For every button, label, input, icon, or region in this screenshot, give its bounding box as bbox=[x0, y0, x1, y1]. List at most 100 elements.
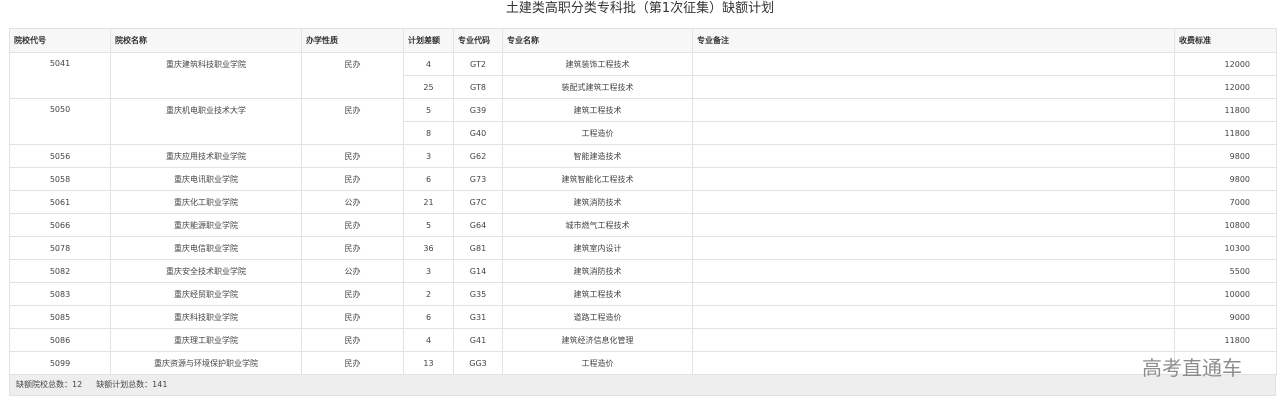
school-name-cell: 重庆科技职业学院 bbox=[110, 305, 302, 329]
major-code-cell: GT8 bbox=[453, 75, 503, 99]
page-title: 土建类高职分类专科批（第1次征集）缺额计划 bbox=[505, 1, 775, 16]
major-code-cell: G81 bbox=[453, 236, 503, 260]
major-code-cell: G39 bbox=[453, 98, 503, 122]
fee-cell: 12000 bbox=[1174, 75, 1277, 99]
school-code-cell: 5086 bbox=[9, 328, 111, 352]
remark-cell bbox=[692, 52, 1175, 76]
gap-cell: 8 bbox=[403, 121, 454, 145]
nature-cell: 民办 bbox=[301, 98, 404, 145]
table-row: 5086 重庆理工职业学院 民办 4 G41 建筑经济信息化管理 11800 bbox=[9, 328, 1277, 352]
school-code-cell: 5066 bbox=[9, 213, 111, 237]
school-name-cell: 重庆资源与环境保护职业学院 bbox=[110, 351, 302, 375]
table-row: 5041 重庆建筑科技职业学院 民办 4 GT2 建筑装饰工程技术 12000 bbox=[9, 52, 1277, 99]
major-code-cell: G73 bbox=[453, 167, 503, 191]
remark-cell bbox=[692, 282, 1175, 306]
major-name-cell: 建筑装饰工程技术 bbox=[502, 52, 693, 76]
school-count-summary: 缺额院校总数：12 bbox=[16, 380, 83, 389]
remark-cell bbox=[692, 121, 1175, 145]
major-name-cell: 工程造价 bbox=[502, 121, 693, 145]
table-row: 5085 重庆科技职业学院 民办 6 G31 道路工程造价 9000 bbox=[9, 305, 1277, 329]
gap-cell: 5 bbox=[403, 98, 454, 122]
table-row: 5083 重庆经贸职业学院 民办 2 G35 建筑工程技术 10000 bbox=[9, 282, 1277, 306]
fee-cell: 7000 bbox=[1174, 190, 1277, 214]
column-header-major-code: 专业代码 bbox=[453, 28, 503, 53]
fee-cell: 9000 bbox=[1174, 305, 1277, 329]
major-name-cell: 建筑工程技术 bbox=[502, 98, 693, 122]
remark-cell bbox=[692, 305, 1175, 329]
fee-cell: 10300 bbox=[1174, 236, 1277, 260]
major-code-cell: GG3 bbox=[453, 351, 503, 375]
nature-cell: 民办 bbox=[301, 282, 404, 306]
major-code-cell: G35 bbox=[453, 282, 503, 306]
fee-cell: 5500 bbox=[1174, 259, 1277, 283]
column-header-remark: 专业备注 bbox=[692, 28, 1175, 53]
gap-cell: 36 bbox=[403, 236, 454, 260]
summary-bar: 缺额院校总数：12 缺额计划总数：141 bbox=[9, 374, 1276, 396]
major-name-cell: 建筑智能化工程技术 bbox=[502, 167, 693, 191]
major-name-cell: 工程造价 bbox=[502, 351, 693, 375]
plan-count-summary: 缺额计划总数：141 bbox=[96, 380, 168, 389]
fee-cell: 11800 bbox=[1174, 328, 1277, 352]
school-name-cell: 重庆建筑科技职业学院 bbox=[110, 52, 302, 99]
table-row: 5061 重庆化工职业学院 公办 21 G7C 建筑消防技术 7000 bbox=[9, 190, 1277, 214]
school-name-cell: 重庆经贸职业学院 bbox=[110, 282, 302, 306]
nature-cell: 民办 bbox=[301, 305, 404, 329]
table-row: 5050 重庆机电职业技术大学 民办 5 G39 建筑工程技术 11800 bbox=[9, 98, 1277, 145]
school-name-cell: 重庆理工职业学院 bbox=[110, 328, 302, 352]
remark-cell bbox=[692, 98, 1175, 122]
remark-cell bbox=[692, 213, 1175, 237]
major-name-cell: 建筑经济信息化管理 bbox=[502, 328, 693, 352]
gap-cell: 4 bbox=[403, 328, 454, 352]
column-header-school-code: 院校代号 bbox=[9, 28, 111, 53]
gap-cell: 3 bbox=[403, 259, 454, 283]
school-name-cell: 重庆安全技术职业学院 bbox=[110, 259, 302, 283]
fee-cell: 10800 bbox=[1174, 213, 1277, 237]
school-code-cell: 5082 bbox=[9, 259, 111, 283]
school-code-cell: 5078 bbox=[9, 236, 111, 260]
table-row: 5056 重庆应用技术职业学院 民办 3 G62 智能建造技术 9800 bbox=[9, 144, 1277, 168]
table-header-row: 院校代号 院校名称 办学性质 计划差额 专业代码 专业名称 专业备注 收费标准 bbox=[9, 28, 1277, 53]
remark-cell bbox=[692, 328, 1175, 352]
fee-cell: 12000 bbox=[1174, 52, 1277, 76]
major-name-cell: 城市燃气工程技术 bbox=[502, 213, 693, 237]
nature-cell: 公办 bbox=[301, 190, 404, 214]
fee-cell: 11800 bbox=[1174, 121, 1277, 145]
school-name-cell: 重庆应用技术职业学院 bbox=[110, 144, 302, 168]
table-row: 5099 重庆资源与环境保护职业学院 民办 13 GG3 工程造价 bbox=[9, 351, 1277, 375]
watermark-text: 高考直通车 bbox=[1142, 356, 1242, 380]
nature-cell: 民办 bbox=[301, 351, 404, 375]
school-name-cell: 重庆化工职业学院 bbox=[110, 190, 302, 214]
major-code-cell: G7C bbox=[453, 190, 503, 214]
school-code-cell: 5041 bbox=[9, 52, 111, 99]
gap-cell: 13 bbox=[403, 351, 454, 375]
column-header-nature: 办学性质 bbox=[301, 28, 404, 53]
school-code-cell: 5083 bbox=[9, 282, 111, 306]
remark-cell bbox=[692, 351, 1175, 375]
table-row: 5058 重庆电讯职业学院 民办 6 G73 建筑智能化工程技术 9800 bbox=[9, 167, 1277, 191]
nature-cell: 民办 bbox=[301, 236, 404, 260]
fee-cell: 11800 bbox=[1174, 98, 1277, 122]
major-name-cell: 建筑消防技术 bbox=[502, 259, 693, 283]
major-code-cell: G41 bbox=[453, 328, 503, 352]
remark-cell bbox=[692, 236, 1175, 260]
column-header-major-name: 专业名称 bbox=[502, 28, 693, 53]
column-header-fee: 收费标准 bbox=[1174, 28, 1277, 53]
quota-table: 院校代号 院校名称 办学性质 计划差额 专业代码 专业名称 专业备注 收费标准 … bbox=[9, 28, 1277, 375]
table-row: 5066 重庆能源职业学院 民办 5 G64 城市燃气工程技术 10800 bbox=[9, 213, 1277, 237]
school-code-cell: 5061 bbox=[9, 190, 111, 214]
fee-cell: 9800 bbox=[1174, 167, 1277, 191]
major-code-cell: G14 bbox=[453, 259, 503, 283]
nature-cell: 民办 bbox=[301, 328, 404, 352]
gap-cell: 21 bbox=[403, 190, 454, 214]
major-name-cell: 建筑工程技术 bbox=[502, 282, 693, 306]
school-name-cell: 重庆机电职业技术大学 bbox=[110, 98, 302, 145]
gap-cell: 4 bbox=[403, 52, 454, 76]
nature-cell: 民办 bbox=[301, 167, 404, 191]
remark-cell bbox=[692, 75, 1175, 99]
nature-cell: 民办 bbox=[301, 213, 404, 237]
gap-cell: 3 bbox=[403, 144, 454, 168]
remark-cell bbox=[692, 144, 1175, 168]
column-header-gap: 计划差额 bbox=[403, 28, 454, 53]
major-name-cell: 道路工程造价 bbox=[502, 305, 693, 329]
gap-cell: 25 bbox=[403, 75, 454, 99]
